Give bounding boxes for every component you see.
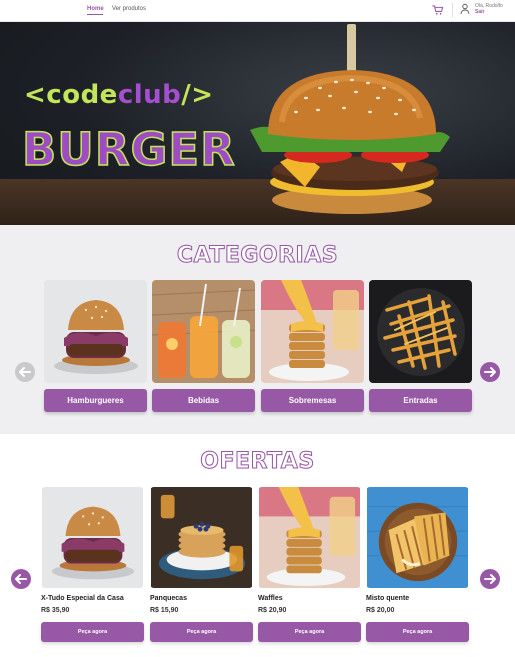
category-image-entradas[interactable] [369,280,472,383]
offer-price: R$ 20,90 [258,607,287,614]
category-button-entradas[interactable]: Entradas [369,389,472,412]
categories-title: CATEGORIAS [176,243,339,269]
offer-name: Waffles [258,595,283,602]
offers-title: OFERTAS [200,449,315,475]
nav-products-link[interactable]: Ver produtos [112,6,146,12]
toast-photo [367,487,468,588]
burger-photo [42,487,143,588]
categories-prev-button[interactable] [15,362,35,382]
pancakes-photo [151,487,252,588]
hero-banner: <codeclub/> BURGER [0,22,515,225]
offer-image-misto-quente[interactable] [366,487,469,588]
category-image-sobremesas[interactable] [261,280,364,383]
logout-link[interactable]: Sair [475,9,484,15]
offer-price: R$ 35,90 [41,607,70,614]
offer-price: R$ 20,00 [366,607,395,614]
order-now-button[interactable]: Peça agora [366,622,469,642]
offer-name: Misto quente [366,595,410,602]
offers-next-button[interactable] [480,569,500,589]
arrow-right-icon [484,367,496,377]
offer-name: X-Tudo Especial da Casa [41,595,124,602]
dessert-photo [261,280,364,383]
category-button-bebidas[interactable]: Bebidas [152,389,255,412]
offer-image-x-tudo[interactable] [41,487,144,588]
offer-image-panquecas[interactable] [150,487,253,588]
header-divider [452,3,453,17]
category-button-sobremesas[interactable]: Sobremesas [261,389,364,412]
category-button-hamburgueres[interactable]: Hamburgueres [44,389,147,412]
arrow-left-icon [19,367,31,377]
fries-photo [369,280,472,383]
order-now-button[interactable]: Peça agora [41,622,144,642]
order-now-button[interactable]: Peça agora [150,622,253,642]
category-image-bebidas[interactable] [152,280,255,383]
burger-photo [44,280,147,383]
offers-prev-button[interactable] [11,569,31,589]
category-image-hamburgueres[interactable] [44,280,147,383]
logo-burger: BURGER [21,123,236,176]
top-navbar: Home Ver produtos Olá, Rodolfo Sair [0,0,515,22]
cart-icon[interactable] [431,3,445,17]
offer-name: Panquecas [150,595,187,602]
drinks-photo [152,280,255,383]
logo-codeclub: <codeclub/> [24,80,214,110]
user-icon [460,3,470,15]
arrow-left-icon [15,574,27,584]
offer-image-waffles[interactable] [258,487,361,588]
arrow-right-icon [484,574,496,584]
nav-home-active-indicator [87,14,103,15]
categories-next-button[interactable] [480,362,500,382]
offer-price: R$ 15,90 [150,607,179,614]
nav-home-link[interactable]: Home [87,6,104,12]
waffles-photo [259,487,360,588]
order-now-button[interactable]: Peça agora [258,622,361,642]
